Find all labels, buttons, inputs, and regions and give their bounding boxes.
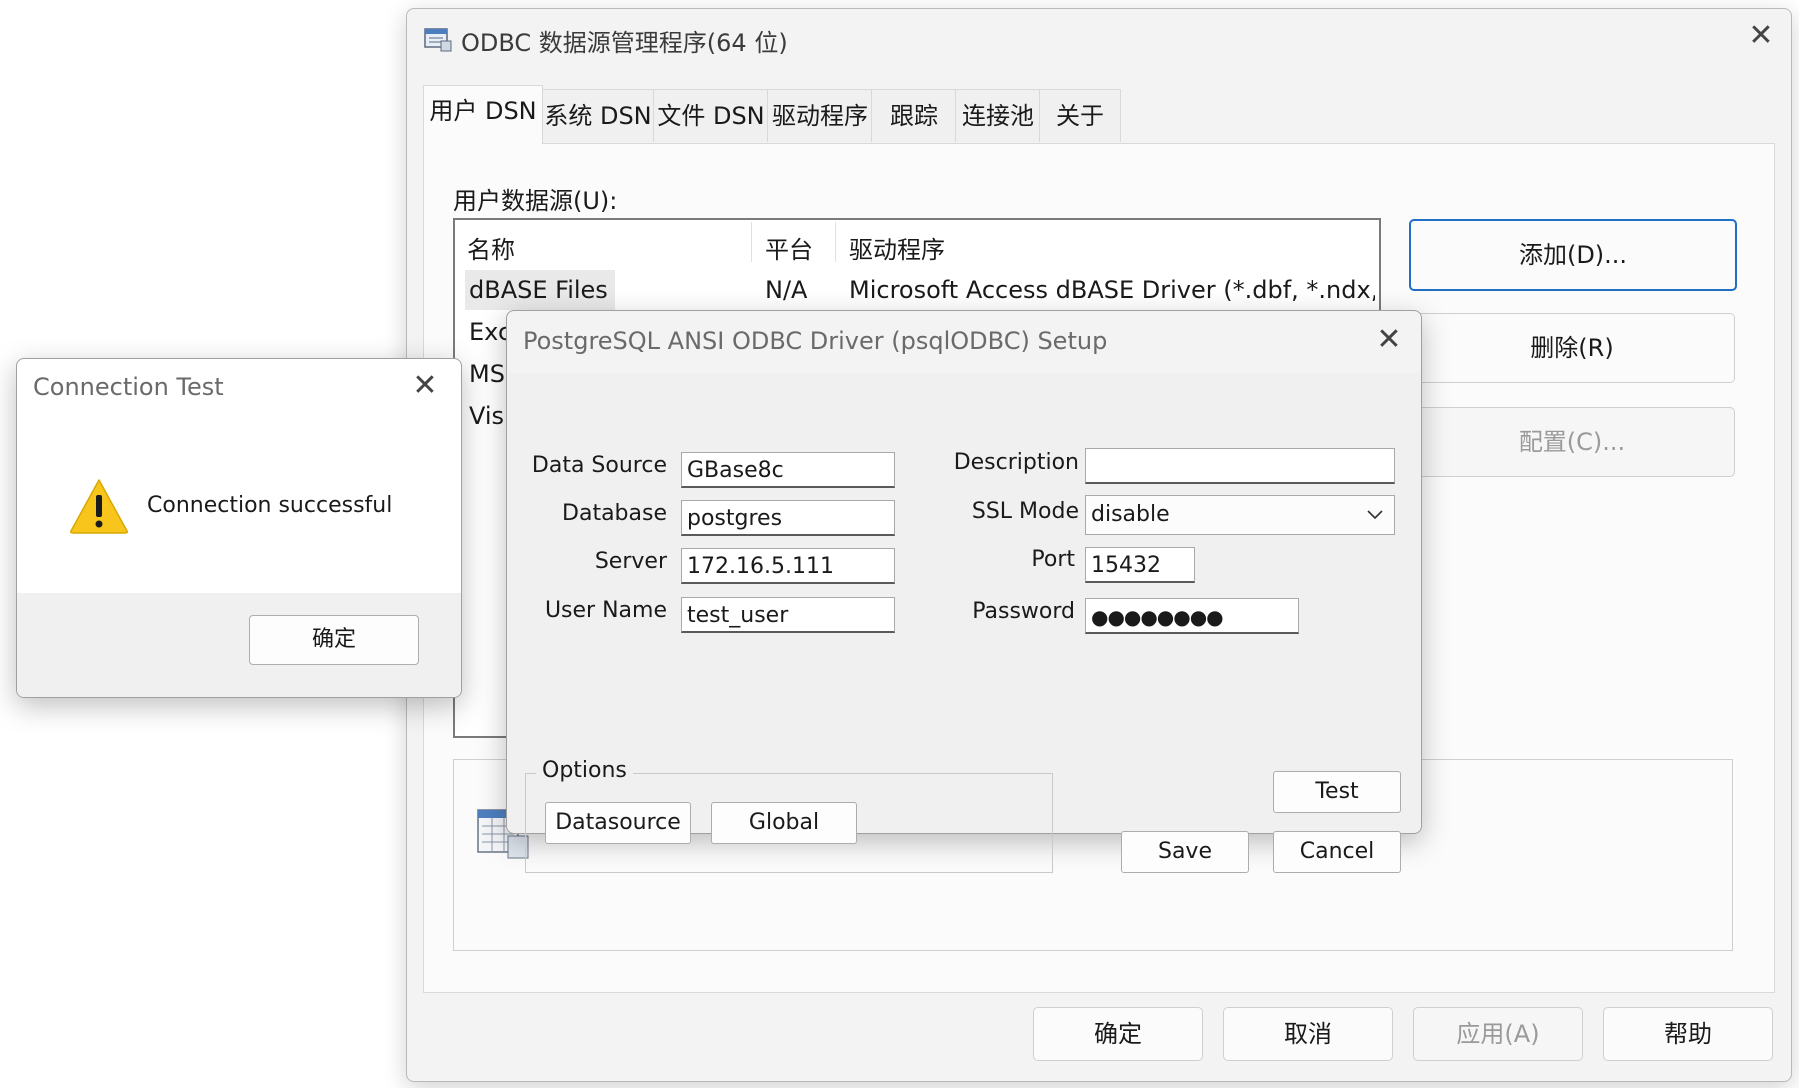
- help-button[interactable]: 帮助: [1603, 1007, 1773, 1061]
- connection-test-dialog: Connection Test ✕ Connection successful …: [16, 358, 462, 698]
- column-header-name[interactable]: 名称: [467, 230, 515, 265]
- database-field[interactable]: postgres: [681, 500, 895, 536]
- psqlodbc-setup-dialog: PostgreSQL ANSI ODBC Driver (psqlODBC) S…: [506, 310, 1422, 873]
- data-source-label: Data Source: [531, 453, 667, 478]
- server-field[interactable]: 172.16.5.111: [681, 548, 895, 584]
- description-label: Description: [953, 450, 1079, 475]
- tab-tracing[interactable]: 跟踪: [871, 89, 957, 142]
- data-source-field[interactable]: GBase8c: [681, 452, 895, 488]
- password-field[interactable]: ●●●●●●●●: [1085, 598, 1299, 634]
- cancel-button[interactable]: Cancel: [1273, 831, 1401, 873]
- save-button[interactable]: Save: [1121, 831, 1249, 873]
- tab-file-dsn[interactable]: 文件 DSN: [653, 89, 769, 142]
- dialog-body: Data Source GBase8c Database postgres Se…: [507, 373, 1421, 873]
- connection-message: Connection successful: [147, 493, 393, 518]
- ssl-mode-value: disable: [1091, 502, 1170, 527]
- row-1-name[interactable]: Exc: [469, 318, 511, 346]
- column-header-driver[interactable]: 驱动程序: [849, 230, 945, 265]
- description-field[interactable]: [1085, 448, 1395, 484]
- close-icon[interactable]: ✕: [1371, 325, 1407, 359]
- chevron-down-icon: [1366, 496, 1384, 534]
- add-button[interactable]: 添加(D)...: [1409, 219, 1737, 291]
- ssl-mode-select[interactable]: disable: [1085, 495, 1395, 535]
- row-3-name[interactable]: Visi: [469, 402, 511, 430]
- configure-button[interactable]: 配置(C)...: [1409, 407, 1735, 477]
- dialog-title: PostgreSQL ANSI ODBC Driver (psqlODBC) S…: [523, 327, 1108, 355]
- warning-icon: [69, 477, 129, 535]
- close-icon[interactable]: ✕: [1741, 21, 1781, 57]
- cancel-button[interactable]: 取消: [1223, 1007, 1393, 1061]
- port-field[interactable]: 15432: [1085, 547, 1195, 583]
- close-icon[interactable]: ✕: [407, 371, 443, 405]
- password-label: Password: [972, 599, 1075, 624]
- tab-system-dsn[interactable]: 系统 DSN: [541, 89, 655, 142]
- server-label: Server: [594, 549, 667, 574]
- options-legend: Options: [536, 758, 633, 783]
- column-header-platform[interactable]: 平台: [765, 230, 813, 265]
- odbc-app-icon: [423, 23, 453, 53]
- column-divider[interactable]: [835, 222, 836, 262]
- datasource-options-button[interactable]: Datasource: [545, 802, 691, 844]
- ok-button[interactable]: 确定: [1033, 1007, 1203, 1061]
- ok-button[interactable]: 确定: [249, 615, 419, 665]
- row-0-platform[interactable]: N/A: [765, 276, 807, 304]
- tab-user-dsn[interactable]: 用户 DSN: [423, 85, 543, 144]
- window-title: ODBC 数据源管理程序(64 位): [461, 29, 788, 57]
- dialog-title: Connection Test: [33, 373, 224, 401]
- ssl-mode-label: SSL Mode: [971, 499, 1079, 524]
- remove-button[interactable]: 删除(R): [1409, 313, 1735, 383]
- row-0-name[interactable]: dBASE Files: [469, 276, 608, 304]
- row-0-driver[interactable]: Microsoft Access dBASE Driver (*.dbf, *.…: [849, 276, 1375, 304]
- user-datasources-label: 用户数据源(U):: [453, 187, 618, 215]
- row-2-name[interactable]: MS: [469, 360, 505, 388]
- test-button[interactable]: Test: [1273, 771, 1401, 813]
- tab-connection-pooling[interactable]: 连接池: [955, 89, 1041, 142]
- port-label: Port: [1031, 547, 1075, 572]
- apply-button[interactable]: 应用(A): [1413, 1007, 1583, 1061]
- dialog-footer: 确定: [17, 593, 461, 697]
- user-name-label: User Name: [544, 598, 667, 623]
- database-label: Database: [562, 501, 667, 526]
- column-divider[interactable]: [751, 222, 752, 262]
- tab-about[interactable]: 关于: [1039, 89, 1121, 142]
- tab-drivers[interactable]: 驱动程序: [767, 89, 873, 142]
- user-name-field[interactable]: test_user: [681, 597, 895, 633]
- global-options-button[interactable]: Global: [711, 802, 857, 844]
